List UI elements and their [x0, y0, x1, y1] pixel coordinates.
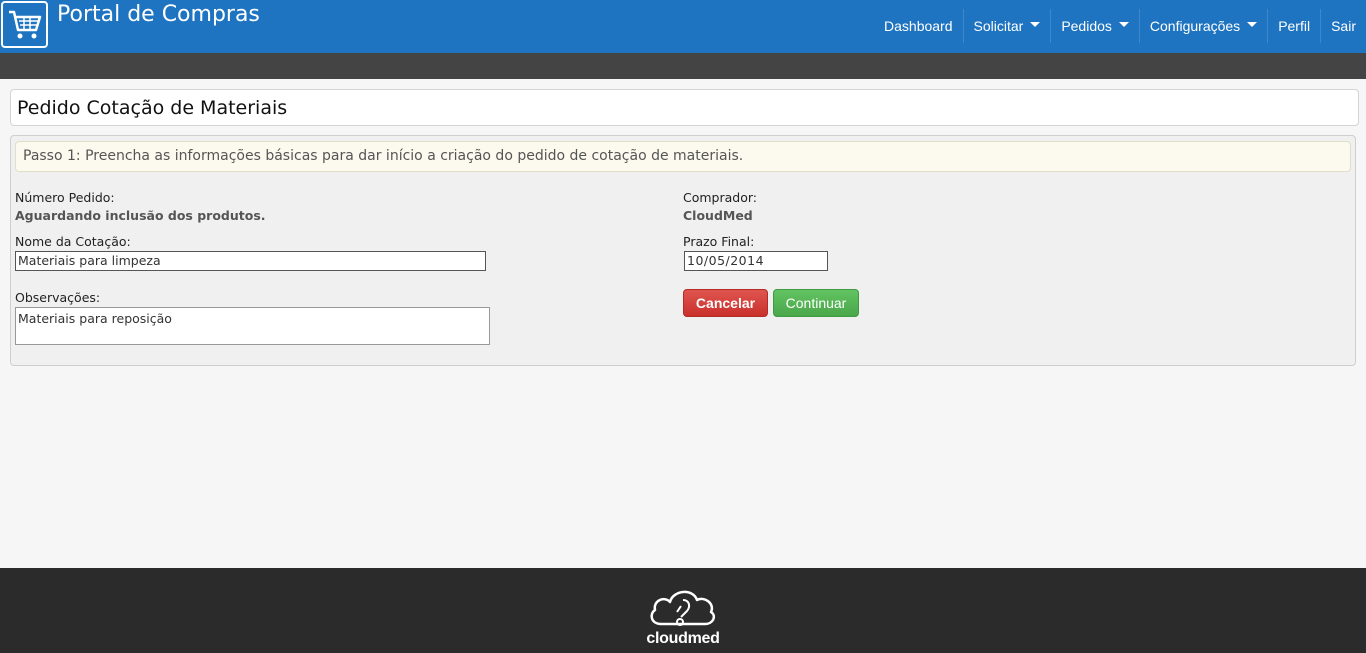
comprador-value: CloudMed [683, 208, 753, 223]
nav-pedidos[interactable]: Pedidos [1050, 9, 1139, 43]
page-title: Pedido Cotação de Materiais [17, 97, 288, 119]
nav-configuracoes[interactable]: Configurações [1138, 9, 1267, 43]
nome-cotacao-label: Nome da Cotação: [15, 234, 131, 249]
top-navbar: Portal de Compras Dashboard Solicitar Pe… [0, 0, 1366, 53]
footer: cloudmed [0, 568, 1366, 653]
app-title[interactable]: Portal de Compras [57, 2, 260, 27]
sub-navbar [0, 53, 1366, 79]
nav-label: Dashboard [884, 18, 953, 34]
caret-down-icon [1247, 21, 1258, 27]
numero-pedido-label: Número Pedido: [15, 190, 115, 205]
prazo-final-label: Prazo Final: [683, 234, 755, 249]
nome-cotacao-input[interactable]: Materiais para limpeza [15, 251, 486, 271]
caret-down-icon [1118, 21, 1129, 27]
title-panel: Pedido Cotação de Materiais [10, 89, 1359, 126]
footer-logo-text: cloudmed [646, 630, 720, 647]
nav-label: Solicitar [973, 18, 1024, 34]
cloud-stethoscope-icon [650, 590, 716, 626]
numero-pedido-value: Aguardando inclusão dos produtos. [15, 208, 266, 223]
nav-label: Pedidos [1061, 18, 1112, 34]
shopping-cart-icon[interactable] [1, 1, 48, 48]
nav-perfil[interactable]: Perfil [1267, 9, 1320, 43]
nav-solicitar[interactable]: Solicitar [962, 9, 1051, 43]
continue-button[interactable]: Continuar [773, 289, 859, 317]
step-alert: Passo 1: Preencha as informações básicas… [15, 141, 1351, 172]
nav-label: Perfil [1278, 18, 1311, 34]
prazo-final-input[interactable]: 10/05/2014 [684, 251, 828, 271]
nav-dashboard[interactable]: Dashboard [874, 9, 963, 43]
nav-sair[interactable]: Sair [1320, 9, 1366, 43]
observacoes-label: Observações: [15, 290, 101, 305]
nav-label: Sair [1331, 18, 1356, 34]
footer-logo: cloudmed [643, 584, 723, 650]
caret-down-icon [1030, 21, 1041, 27]
nav-label: Configurações [1149, 18, 1241, 34]
main-nav: Dashboard Solicitar Pedidos Configuraçõe… [874, 9, 1366, 43]
cancel-button[interactable]: Cancelar [683, 289, 768, 317]
form-panel: Passo 1: Preencha as informações básicas… [10, 135, 1356, 366]
comprador-label: Comprador: [683, 190, 757, 205]
observacoes-textarea[interactable]: Materiais para reposição [15, 307, 490, 345]
